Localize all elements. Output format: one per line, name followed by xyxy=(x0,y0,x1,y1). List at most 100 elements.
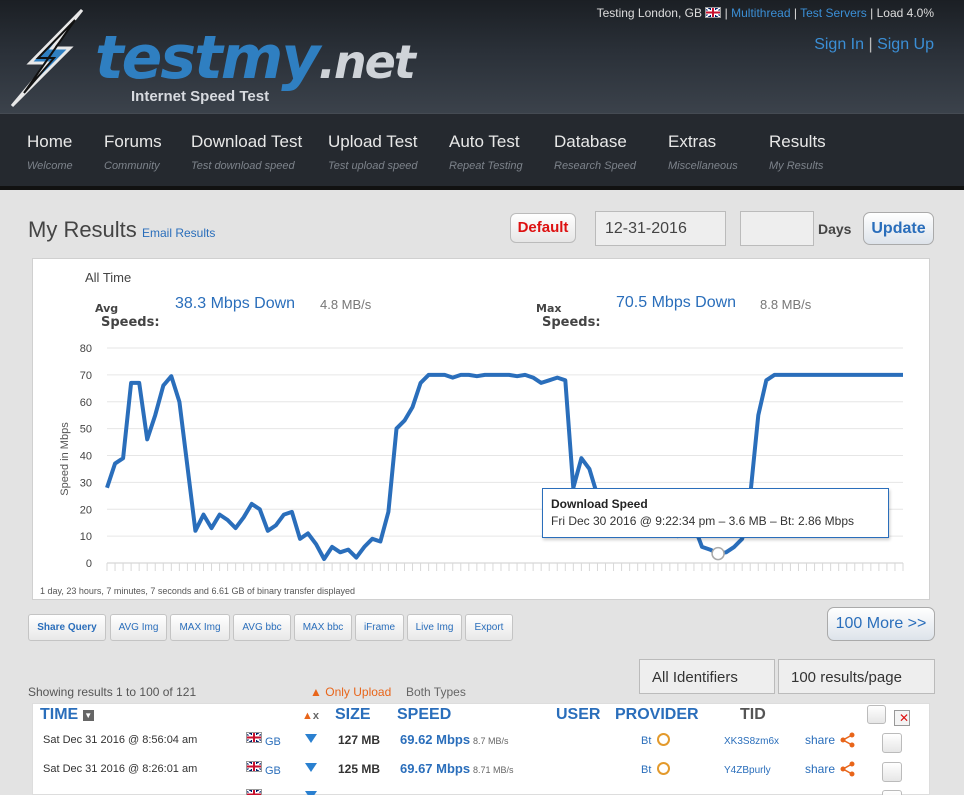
only-upload-link[interactable]: ▲ Only Upload xyxy=(310,685,391,699)
delete-icon[interactable]: ✕ xyxy=(894,710,910,726)
th-tid[interactable]: TID xyxy=(740,706,766,724)
uk-flag-icon xyxy=(705,7,722,18)
auth-links: Sign In | Sign Up xyxy=(814,36,934,53)
chart-tooltip: Download Speed Fri Dec 30 2016 @ 9:22:34… xyxy=(542,488,889,538)
y-tick-label: 60 xyxy=(80,397,92,409)
row-country: GB xyxy=(265,736,281,748)
uk-flag-icon xyxy=(246,732,262,743)
load-text: Load 4.0% xyxy=(876,6,934,20)
row-share-link[interactable]: share xyxy=(805,762,835,776)
y-tick-label: 80 xyxy=(80,343,92,355)
row-checkbox[interactable] xyxy=(882,790,902,795)
iframe-button[interactable]: iFrame xyxy=(355,614,404,641)
nav-item-database[interactable]: Database Research Speed xyxy=(554,132,636,172)
y-tick-label: 70 xyxy=(80,370,92,382)
uk-flag-icon xyxy=(246,761,262,772)
identifiers-select[interactable]: All Identifiers xyxy=(639,659,775,694)
nav-item-forums[interactable]: Forums Community xyxy=(104,132,162,172)
share-query-button[interactable]: Share Query xyxy=(28,614,106,641)
y-tick-label: 50 xyxy=(80,424,92,436)
row-country: GB xyxy=(265,765,281,777)
bolt-logo-icon[interactable] xyxy=(10,8,90,108)
y-tick-label: 10 xyxy=(80,531,92,543)
location-text: Testing London, GB xyxy=(596,6,702,20)
nav-item-home[interactable]: Home Welcome xyxy=(27,132,73,172)
nav-item-upload-test[interactable]: Upload Test Test upload speed xyxy=(328,132,418,172)
max-img-button[interactable]: MAX Img xyxy=(170,614,230,641)
speed-line-chart[interactable]: 0 10 20 30 40 50 60 70 80 Speed in Mbps xyxy=(33,259,931,601)
down-arrow-icon xyxy=(305,734,317,743)
site-header: testmy.net Internet Speed Test Testing L… xyxy=(0,0,964,113)
update-button[interactable]: Update xyxy=(863,212,934,245)
share-icon[interactable] xyxy=(840,761,856,777)
site-logo[interactable]: testmy.net xyxy=(95,28,416,92)
main-nav: Home Welcome Forums Community Download Tes… xyxy=(0,113,964,190)
hover-point xyxy=(711,546,725,561)
y-tick-label: 20 xyxy=(80,504,92,516)
y-axis-label: Speed in Mbps xyxy=(59,422,71,496)
chart-footer: 1 day, 23 hours, 7 minutes, 7 seconds an… xyxy=(40,586,356,596)
row-time: Sat Dec 31 2016 @ 8:26:01 am xyxy=(43,763,198,775)
export-button[interactable]: Export xyxy=(465,614,513,641)
days-label: Days xyxy=(818,221,852,237)
th-speed[interactable]: SPEED xyxy=(397,706,451,724)
select-all-checkbox[interactable] xyxy=(867,705,886,724)
results-table xyxy=(32,703,930,795)
th-user[interactable]: USER xyxy=(556,706,600,724)
nav-item-extras[interactable]: Extras Miscellaneous xyxy=(668,132,738,172)
row-tid[interactable]: XK3S8zm6x xyxy=(724,736,779,747)
sign-in-link[interactable]: Sign In xyxy=(814,36,864,53)
nav-item-download-test[interactable]: Download Test Test download speed xyxy=(191,132,302,172)
per-page-select[interactable]: 100 results/page xyxy=(778,659,935,694)
nav-item-results[interactable]: Results My Results xyxy=(769,132,826,172)
row-size: 127 MB xyxy=(338,733,381,747)
th-time[interactable]: TIME ▼ xyxy=(40,706,94,724)
logo-tagline: Internet Speed Test xyxy=(131,88,270,105)
clock-icon[interactable] xyxy=(657,762,670,775)
clock-icon[interactable] xyxy=(657,733,670,746)
sign-up-link[interactable]: Sign Up xyxy=(877,36,934,53)
row-share-link[interactable]: share xyxy=(805,733,835,747)
row-size: 125 MB xyxy=(338,762,381,776)
row-mbs: 8.7 MB/s xyxy=(473,736,509,746)
row-checkbox[interactable] xyxy=(882,762,902,782)
row-tid[interactable]: Y4ZBpurly xyxy=(724,765,771,776)
both-types-link[interactable]: Both Types xyxy=(406,685,466,699)
more-results-button[interactable]: 100 More >> xyxy=(827,607,935,641)
days-field[interactable] xyxy=(740,211,814,246)
y-tick-label: 0 xyxy=(86,558,92,570)
showing-results-text: Showing results 1 to 100 of 121 xyxy=(28,685,197,699)
top-status-bar: Testing London, GB | Multithread | Test … xyxy=(596,6,934,20)
up-arrow-icon: ▲ xyxy=(310,685,322,699)
multithread-link[interactable]: Multithread xyxy=(731,6,790,20)
row-checkbox[interactable] xyxy=(882,733,902,753)
avg-bbc-button[interactable]: AVG bbc xyxy=(233,614,291,641)
test-servers-link[interactable]: Test Servers xyxy=(800,6,867,20)
sort-icon[interactable]: ▼ xyxy=(82,710,94,721)
down-arrow-icon xyxy=(305,791,317,795)
uk-flag-icon xyxy=(246,789,262,795)
y-tick-label: 30 xyxy=(80,477,92,489)
email-results-link[interactable]: Email Results xyxy=(142,226,215,240)
default-button[interactable]: Default xyxy=(510,213,576,243)
row-provider[interactable]: Bt xyxy=(641,764,651,776)
nav-item-auto-test[interactable]: Auto Test Repeat Testing xyxy=(449,132,523,172)
live-img-button[interactable]: Live Img xyxy=(407,614,462,641)
max-bbc-button[interactable]: MAX bbc xyxy=(294,614,352,641)
row-time: Sat Dec 31 2016 @ 8:56:04 am xyxy=(43,734,198,746)
row-mbs: 8.71 MB/s xyxy=(473,765,514,775)
date-field[interactable]: 12-31-2016 xyxy=(595,211,726,246)
row-speed[interactable]: 69.62 Mbps xyxy=(400,732,470,747)
th-size[interactable]: SIZE xyxy=(335,706,371,724)
up-arrow-icon: ▲ xyxy=(302,710,313,722)
th-provider[interactable]: PROVIDER xyxy=(615,706,699,724)
share-icon[interactable] xyxy=(840,732,856,748)
avg-img-button[interactable]: AVG Img xyxy=(110,614,167,641)
speed-chart-panel: All Time Avg Speeds: 38.3 Mbps Down 4.8 M… xyxy=(32,258,930,600)
row-speed[interactable]: 69.67 Mbps xyxy=(400,761,470,776)
y-tick-label: 40 xyxy=(80,451,92,463)
down-arrow-icon xyxy=(305,763,317,772)
row-provider[interactable]: Bt xyxy=(641,735,651,747)
th-updown[interactable]: ▲x xyxy=(302,710,319,722)
page-title: My Results xyxy=(28,217,137,242)
